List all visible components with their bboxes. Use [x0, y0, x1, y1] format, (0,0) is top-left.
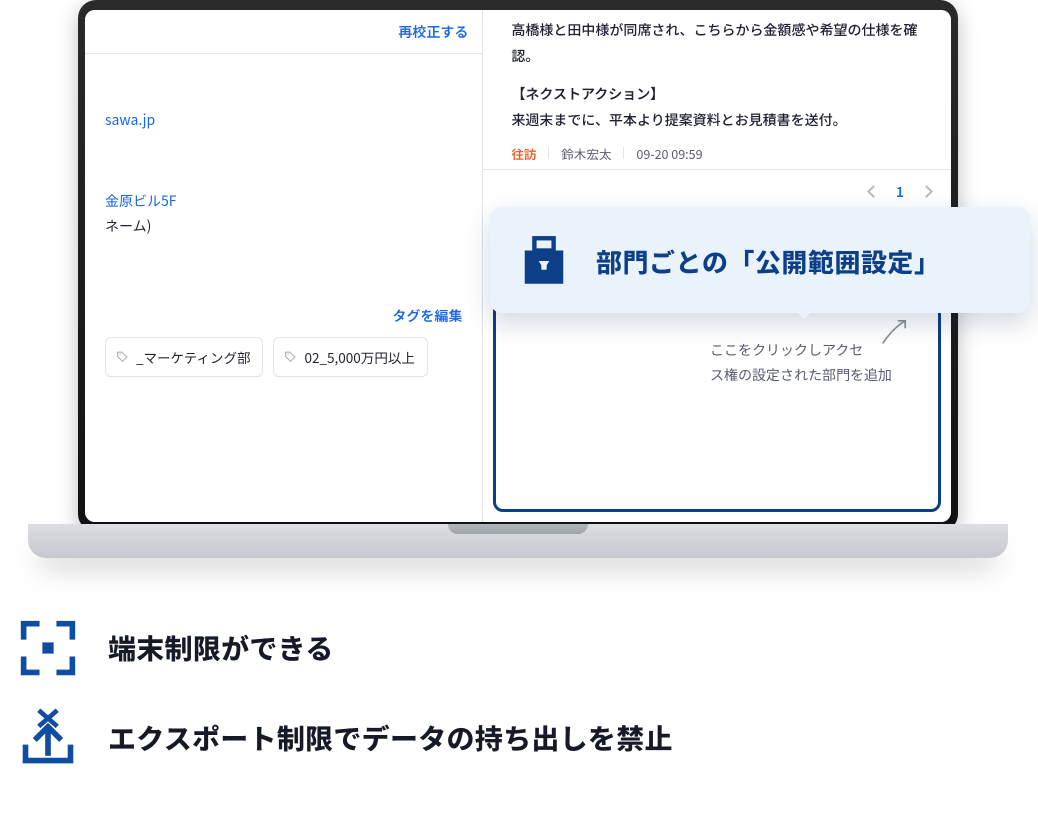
- divider: [623, 147, 624, 159]
- divider: [548, 147, 549, 159]
- hint-arrow-icon: [878, 314, 912, 348]
- detail-panel-left: 再校正する sawa.jp 金原ビル5F ネーム) タグを編集 _マーケティング…: [85, 10, 483, 522]
- left-header: 再校正する: [85, 10, 482, 54]
- laptop-base: [28, 524, 1008, 558]
- export-block-icon: [18, 708, 78, 768]
- note-section-header: 【ネクストアクション】: [511, 82, 927, 108]
- access-empty-hint: ここをクリックしアクセ ス権の設定された部門を追加: [514, 338, 920, 388]
- note-line: 高橋様と田中様が同席され、こちらから金額感や希望の仕様を確認。: [511, 18, 927, 70]
- callout-text: 部門ごとの「公開範囲設定」: [596, 243, 941, 280]
- note-line: 来週末までに、平本より提案資料とお見積書を送付。: [511, 108, 927, 134]
- feature-text: 端末制限ができる: [108, 628, 334, 668]
- activity-timestamp: 09-20 09:59: [636, 144, 702, 163]
- expand-icon: [18, 618, 78, 678]
- domain-fragment: sawa.jp: [105, 108, 462, 133]
- activity-author: 鈴木宏太: [561, 144, 611, 163]
- edit-tags-link[interactable]: タグを編集: [392, 304, 462, 329]
- feature-item-export-block: エクスポート制限でデータの持ち出しを禁止: [18, 708, 673, 768]
- reproof-link[interactable]: 再校正する: [398, 22, 468, 42]
- pager-next-icon[interactable]: [920, 185, 933, 198]
- tag-icon: [284, 350, 297, 363]
- empty-hint-line: ス権の設定された部門を追加: [710, 365, 892, 385]
- feature-list: 端末制限ができる エクスポート制限でデータの持ち出しを禁止: [18, 618, 673, 768]
- tag-chip-label: _マーケティング部: [136, 345, 250, 369]
- tag-chip-row: _マーケティング部 02_5,000万円以上: [105, 337, 462, 377]
- feature-text: エクスポート制限でデータの持ち出しを禁止: [108, 718, 673, 758]
- tag-chip[interactable]: _マーケティング部: [105, 337, 263, 377]
- activity-note: 高橋様と田中様が同席され、こちらから金額感や希望の仕様を確認。 【ネクストアクシ…: [483, 10, 951, 170]
- lock-icon: [516, 233, 572, 289]
- activity-category: 往訪: [511, 144, 536, 163]
- feature-item-device-limit: 端末制限ができる: [18, 618, 673, 678]
- empty-hint-line: ここをクリックしアクセ: [710, 340, 863, 360]
- laptop-notch: [448, 524, 588, 534]
- callout-bubble: 部門ごとの「公開範囲設定」: [490, 207, 1030, 313]
- tag-chip-label: 02_5,000万円以上: [304, 345, 414, 369]
- tag-icon: [116, 350, 129, 363]
- address-fragment: 金原ビル5F: [105, 189, 462, 214]
- pagination: 1: [483, 170, 951, 212]
- pager-prev-icon[interactable]: [867, 185, 880, 198]
- name-fragment: ネーム): [105, 214, 462, 239]
- tag-chip[interactable]: 02_5,000万円以上: [273, 337, 427, 377]
- pager-current[interactable]: 1: [896, 182, 904, 202]
